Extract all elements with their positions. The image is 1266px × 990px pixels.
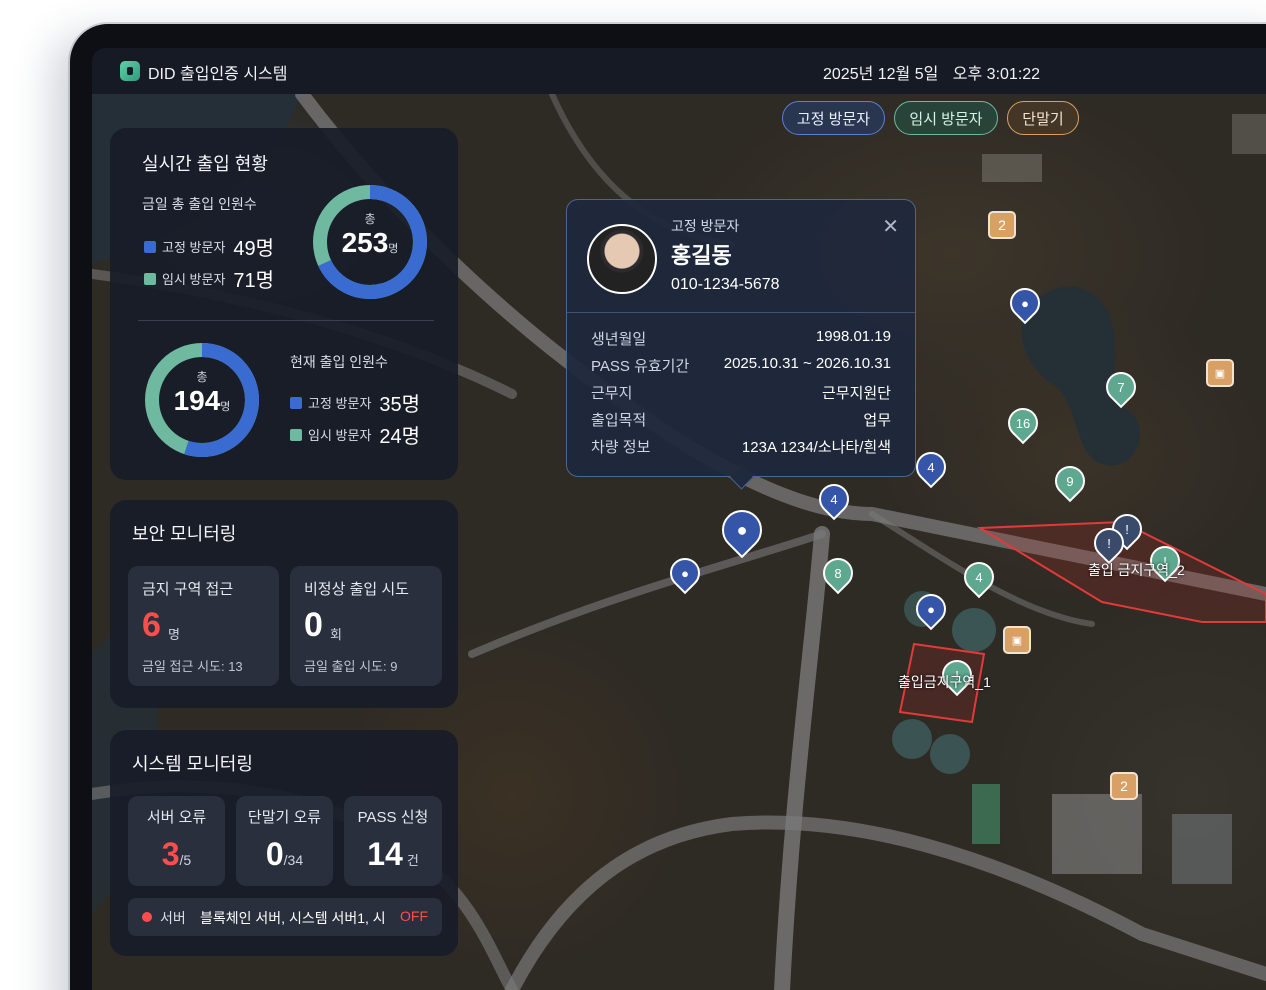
detail-key: PASS 유효기간 <box>591 358 690 375</box>
terminal-error-card[interactable]: 단말기 오류 0/34 <box>236 796 333 886</box>
visitor-name: 홍길동 <box>671 243 732 268</box>
status-servers: 블록체인 서버, 시스템 서버1, 시 <box>200 910 386 926</box>
person-icon: ● <box>681 565 689 581</box>
legend-temp: 임시 방문자 71명 <box>144 264 274 293</box>
card-label: 비정상 출입 시도 <box>304 581 409 598</box>
card-label: PASS 신청 <box>357 809 429 826</box>
card-label: 금지 구역 접근 <box>142 581 234 598</box>
detail-key: 생년월일 <box>591 331 647 348</box>
detail-key: 출입목적 <box>591 412 647 429</box>
filter-fixed-visitor[interactable]: 고정 방문자 <box>782 101 885 135</box>
card-value-group: 3/5 <box>161 836 192 872</box>
app-title: DID 출입인증 시스템 <box>148 66 288 83</box>
server-error-card[interactable]: 서버 오류 3/5 <box>128 796 225 886</box>
filter-terminal[interactable]: 단말기 <box>1007 101 1079 135</box>
person-icon: ● <box>1021 295 1029 311</box>
status-dot <box>142 912 152 922</box>
visitor-detail-popup: ✕ 고정 방문자 홍길동 010-1234-5678 생년월일 1998.01.… <box>566 199 916 477</box>
visitor-phone: 010-1234-5678 <box>671 276 780 293</box>
card-value-group: 14 건 <box>367 836 419 872</box>
server-status-bar[interactable]: 서버 블록체인 서버, 시스템 서버1, 시 OFF <box>128 898 442 936</box>
detail-value: 2025.10.31 ~ 2026.10.31 <box>723 355 891 372</box>
current-time: 오후 3:01:22 <box>952 66 1041 83</box>
detail-key: 근무지 <box>591 385 633 402</box>
detail-key: 차량 정보 <box>591 439 651 456</box>
current-count-label: 현재 출입 인원수 <box>290 354 388 370</box>
pass-request-card[interactable]: PASS 신청 14 건 <box>344 796 442 886</box>
person-icon: ● <box>927 601 935 617</box>
restricted-zone-2-label: 출입 금지구역_2 <box>1088 562 1185 578</box>
status-prefix: 서버 <box>160 910 186 926</box>
terminal-cluster-badge[interactable]: 2 <box>1110 772 1138 800</box>
security-monitoring-panel: 보안 모니터링 금지 구역 접근 6 명 금일 접근 시도: 13 비정상 출입… <box>110 500 458 708</box>
legend-fixed: 고정 방문자 49명 <box>144 232 274 261</box>
panel-title: 시스템 모니터링 <box>132 754 253 774</box>
filter-temp-visitor[interactable]: 임시 방문자 <box>894 101 998 135</box>
top-bar: DID 출입인증 시스템 2025년 12월 5일 오후 3:01:22 <box>92 48 1266 94</box>
datetime: 2025년 12월 5일 오후 3:01:22 <box>823 60 1050 84</box>
detail-value: 123A 1234/소나타/흰색 <box>741 439 891 456</box>
warning-icon: ! <box>1107 535 1111 551</box>
person-icon: ● <box>736 519 748 540</box>
card-sub: 금일 접근 시도: 13 <box>142 659 243 674</box>
card-label: 단말기 오류 <box>247 809 322 826</box>
detail-value: 근무지원단 <box>821 385 891 402</box>
detail-value: 업무 <box>863 412 891 429</box>
terminal-cluster-badge[interactable]: 2 <box>988 211 1016 239</box>
restricted-zone-1-label: 출입금지구역_1 <box>898 674 991 690</box>
current-total: 총 194명 <box>173 370 231 416</box>
today-total-label: 금일 총 출입 인원수 <box>142 196 257 212</box>
legend-temp-current: 임시 방문자 24명 <box>290 420 420 449</box>
terminal-icon[interactable]: ▣ <box>1003 626 1031 654</box>
card-unit: 회 <box>330 627 342 642</box>
system-monitoring-panel: 시스템 모니터링 서버 오류 3/5 단말기 오류 0/34 PASS 신청 1… <box>110 730 458 956</box>
card-sub: 금일 출입 시도: 9 <box>304 659 398 674</box>
panel-title: 보안 모니터링 <box>132 524 237 544</box>
section-divider <box>138 320 434 321</box>
close-icon[interactable]: ✕ <box>882 214 899 239</box>
current-date: 2025년 12월 5일 <box>823 66 939 83</box>
abnormal-entry-card[interactable]: 비정상 출입 시도 0 회 금일 출입 시도: 9 <box>290 566 442 686</box>
card-unit: 명 <box>168 627 180 642</box>
card-value-group: 0/34 <box>265 836 304 872</box>
card-label: 서버 오류 <box>146 809 207 826</box>
app-screen: DID 출입인증 시스템 2025년 12월 5일 오후 3:01:22 고정 … <box>92 48 1266 990</box>
legend-fixed-current: 고정 방문자 35명 <box>290 388 420 417</box>
panel-title: 실시간 출입 현황 <box>142 154 268 174</box>
popup-divider <box>567 312 915 313</box>
terminal-icon[interactable]: ▣ <box>1206 359 1234 387</box>
visitor-avatar <box>587 224 657 294</box>
card-value: 0 <box>304 606 323 644</box>
app-logo-icon <box>120 61 140 81</box>
today-total: 총 253명 <box>341 212 399 258</box>
visitor-type: 고정 방문자 <box>671 218 740 234</box>
restricted-access-card[interactable]: 금지 구역 접근 6 명 금일 접근 시도: 13 <box>128 566 279 686</box>
card-value: 6 <box>142 606 161 644</box>
status-state: OFF <box>400 908 428 924</box>
detail-value: 1998.01.19 <box>815 328 891 345</box>
realtime-entry-panel: 실시간 출입 현황 금일 총 출입 인원수 고정 방문자 49명 임시 방문자 … <box>110 128 458 480</box>
